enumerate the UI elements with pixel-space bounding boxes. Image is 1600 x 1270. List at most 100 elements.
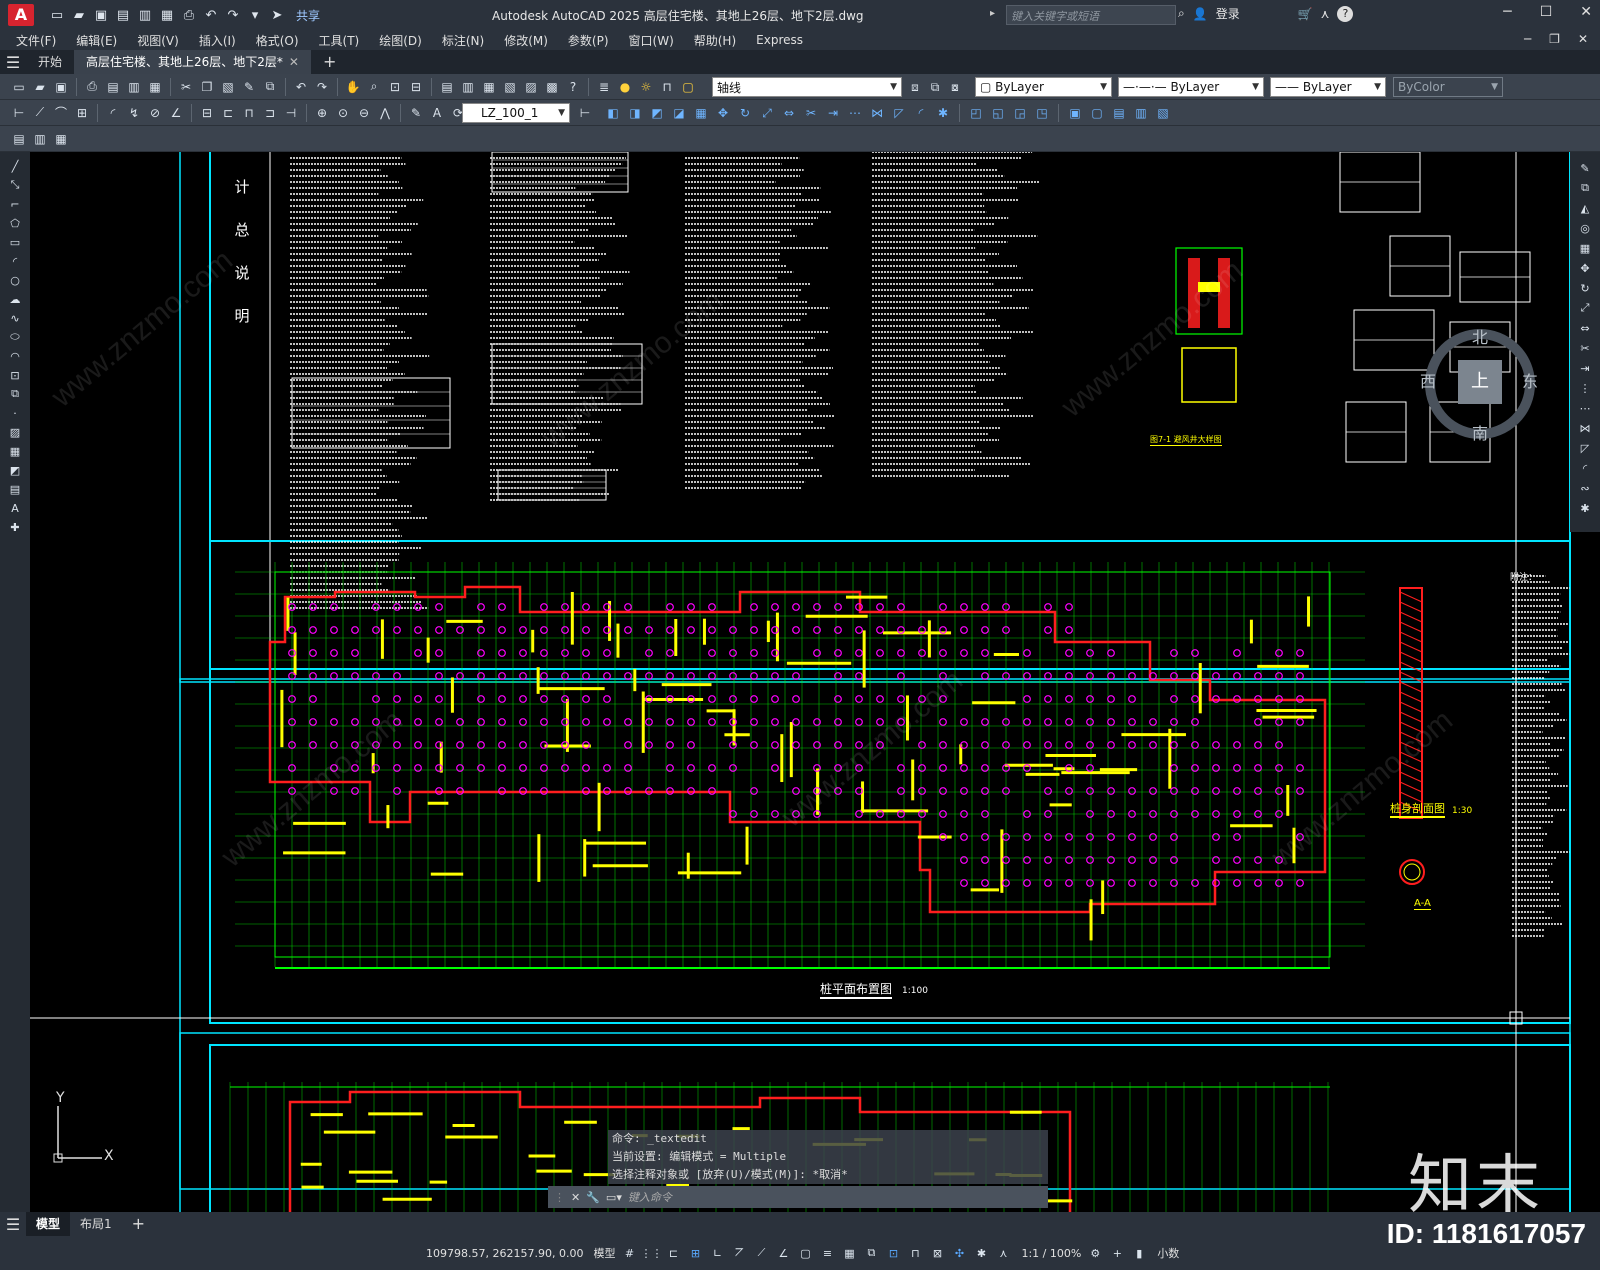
open-sheet-icon[interactable]: ▥ bbox=[136, 7, 154, 23]
plot-icon[interactable]: ⎙ bbox=[83, 78, 101, 96]
workspace-gear-icon[interactable]: ⚙ bbox=[1087, 1245, 1103, 1261]
menu-item-insert[interactable]: 插入(I) bbox=[199, 32, 236, 49]
cart-icon[interactable]: 🛒 bbox=[1298, 7, 1313, 21]
draw-order-front-icon[interactable]: ◰ bbox=[967, 104, 985, 122]
extend-icon[interactable]: ⇥ bbox=[1577, 360, 1593, 376]
undo-icon[interactable]: ↶ bbox=[202, 7, 220, 23]
save-as-icon[interactable]: ▤ bbox=[114, 7, 132, 23]
command-input[interactable]: 键入命令 bbox=[628, 1189, 672, 1205]
close-icon[interactable]: ✕ bbox=[1580, 4, 1592, 20]
trim-icon[interactable]: ✂ bbox=[1577, 340, 1593, 356]
menu-item-modify[interactable]: 修改(M) bbox=[504, 32, 548, 49]
dimstyle-dropdown[interactable]: LZ_100_1 ▼ bbox=[462, 103, 570, 123]
new-file-icon[interactable]: ▭ bbox=[48, 7, 66, 23]
plot-icon[interactable]: ⎙ bbox=[180, 7, 198, 23]
dimension-space-icon[interactable]: ⊐ bbox=[261, 104, 279, 122]
linetype-dropdown[interactable]: —·—·— ByLayer ▼ bbox=[1118, 77, 1264, 97]
search-icon[interactable]: ⌕ bbox=[1178, 6, 1185, 21]
properties-icon[interactable]: ▤ bbox=[438, 78, 456, 96]
undo-icon[interactable]: ↶ bbox=[292, 78, 310, 96]
jogged-dimension-icon[interactable]: ↯ bbox=[125, 104, 143, 122]
gizmo-icon[interactable]: ✣ bbox=[951, 1245, 967, 1261]
lineweight-dropdown[interactable]: —— ByLayer ▼ bbox=[1270, 77, 1386, 97]
fillet-icon[interactable]: ◜ bbox=[912, 104, 930, 122]
menu-item-tools[interactable]: 工具(T) bbox=[319, 32, 360, 49]
polar-tracking-icon[interactable]: ⦢ bbox=[731, 1245, 747, 1261]
zoom-realtime-icon[interactable]: ⌕ bbox=[365, 78, 383, 96]
circle-icon[interactable]: ○ bbox=[7, 272, 23, 288]
mirror-icon[interactable]: ◭ bbox=[1577, 200, 1593, 216]
move-icon[interactable]: ✥ bbox=[714, 104, 732, 122]
array-icon[interactable]: ▦ bbox=[1577, 240, 1593, 256]
match-properties-icon[interactable]: ✎ bbox=[240, 78, 258, 96]
make-current-layer-icon[interactable]: ⧈ bbox=[906, 78, 924, 96]
copy-icon[interactable]: ⧉ bbox=[1577, 180, 1593, 196]
dynamic-ucs-icon[interactable]: ⊓ bbox=[907, 1245, 923, 1261]
dimension-edit-icon[interactable]: ✎ bbox=[407, 104, 425, 122]
selection-filter-icon[interactable]: ⊠ bbox=[929, 1245, 945, 1261]
autodesk-a360-icon[interactable]: ⋏ bbox=[1321, 7, 1330, 21]
move-icon[interactable]: ✥ bbox=[1577, 260, 1593, 276]
menu-hamburger-icon[interactable]: ☰ bbox=[0, 53, 26, 72]
scale-icon[interactable]: ⤢ bbox=[758, 104, 776, 122]
layer-on-icon[interactable]: ● bbox=[616, 78, 634, 96]
units-value[interactable]: 小数 bbox=[1157, 1245, 1179, 1261]
publish-icon[interactable]: ▦ bbox=[158, 7, 176, 23]
tab-close-icon[interactable]: ✕ bbox=[289, 55, 299, 69]
tab-start[interactable]: 开始 bbox=[26, 50, 74, 74]
blend-icon[interactable]: ∾ bbox=[1577, 480, 1593, 496]
selection-cycling-icon[interactable]: ⧉ bbox=[863, 1245, 879, 1261]
zoom-window-icon[interactable]: ⊡ bbox=[386, 78, 404, 96]
group-icon[interactable]: ▣ bbox=[1066, 104, 1084, 122]
3d-osnap-icon[interactable]: ⊡ bbox=[885, 1245, 901, 1261]
publish-icon[interactable]: ▥ bbox=[125, 78, 143, 96]
sheet-set-icon[interactable]: ▧ bbox=[501, 78, 519, 96]
menu-item-edit[interactable]: 编辑(E) bbox=[76, 32, 117, 49]
chamfer-icon[interactable]: ◸ bbox=[1577, 440, 1593, 456]
viewcube-west[interactable]: 西 bbox=[1420, 368, 1436, 392]
plot-preview-icon[interactable]: ▤ bbox=[104, 78, 122, 96]
menu-item-file[interactable]: 文件(F) bbox=[16, 32, 56, 49]
revision-cloud-icon[interactable]: ☁ bbox=[7, 291, 23, 307]
pan-icon[interactable]: ✋ bbox=[344, 78, 362, 96]
3d-print-icon[interactable]: ▦ bbox=[146, 78, 164, 96]
join-icon[interactable]: ⋈ bbox=[1577, 420, 1593, 436]
make-block-icon[interactable]: ⧉ bbox=[7, 386, 23, 402]
plotstyle-dropdown[interactable]: ByColor ▼ bbox=[1393, 77, 1503, 97]
open-icon[interactable]: ▰ bbox=[31, 78, 49, 96]
command-close-icon[interactable]: ✕ bbox=[571, 1191, 580, 1204]
doc-close-icon[interactable]: ✕ bbox=[1578, 32, 1588, 46]
annotation-visibility-icon[interactable]: ✱ bbox=[973, 1245, 989, 1261]
polygon-icon[interactable]: ⬠ bbox=[7, 215, 23, 231]
minimize-icon[interactable]: ─ bbox=[1503, 4, 1511, 20]
line-icon[interactable]: ╱ bbox=[7, 158, 23, 174]
object-snap-tracking-icon[interactable]: ∠ bbox=[775, 1245, 791, 1261]
draw-order-above-icon[interactable]: ◲ bbox=[1011, 104, 1029, 122]
paste-icon[interactable]: ▧ bbox=[219, 78, 237, 96]
color-dropdown[interactable]: ▢ ByLayer ▼ bbox=[975, 77, 1112, 97]
erase-icon[interactable]: ◧ bbox=[604, 104, 622, 122]
inspection-icon[interactable]: ⊖ bbox=[355, 104, 373, 122]
draw-order-below-icon[interactable]: ◳ bbox=[1033, 104, 1051, 122]
layout-menu-icon[interactable]: ☰ bbox=[0, 1215, 26, 1234]
rotate-icon[interactable]: ↻ bbox=[1577, 280, 1593, 296]
drawing-canvas[interactable]: 计 总 说 明 桩平面布置图 1:100 桩身剖面图 1:30 A-A 图7-1… bbox=[0, 152, 1600, 1212]
tab-model[interactable]: 模型 bbox=[26, 1212, 71, 1236]
mirror-icon[interactable]: ◩ bbox=[648, 104, 666, 122]
linear-dimension-icon[interactable]: ⊢ bbox=[10, 104, 28, 122]
extend-icon[interactable]: ⇥ bbox=[824, 104, 842, 122]
jogged-linear-icon[interactable]: ⋀ bbox=[376, 104, 394, 122]
help-icon[interactable]: ? bbox=[1337, 5, 1354, 22]
continue-dimension-icon[interactable]: ⊓ bbox=[240, 104, 258, 122]
doc-minimize-icon[interactable]: ─ bbox=[1524, 32, 1531, 46]
angular-dimension-icon[interactable]: ∠ bbox=[167, 104, 185, 122]
dimension-text-edit-icon[interactable]: A bbox=[428, 104, 446, 122]
break-icon[interactable]: ⋯ bbox=[846, 104, 864, 122]
hatch-icon[interactable]: ▨ bbox=[7, 424, 23, 440]
construction-line-icon[interactable]: ⤡ bbox=[7, 177, 23, 193]
new-layout-icon[interactable]: + bbox=[122, 1212, 155, 1236]
menu-item-format[interactable]: 格式(O) bbox=[256, 32, 299, 49]
group-edit-icon[interactable]: ▤ bbox=[1110, 104, 1128, 122]
join-icon[interactable]: ⋈ bbox=[868, 104, 886, 122]
scale-icon[interactable]: ⤢ bbox=[1577, 300, 1593, 316]
